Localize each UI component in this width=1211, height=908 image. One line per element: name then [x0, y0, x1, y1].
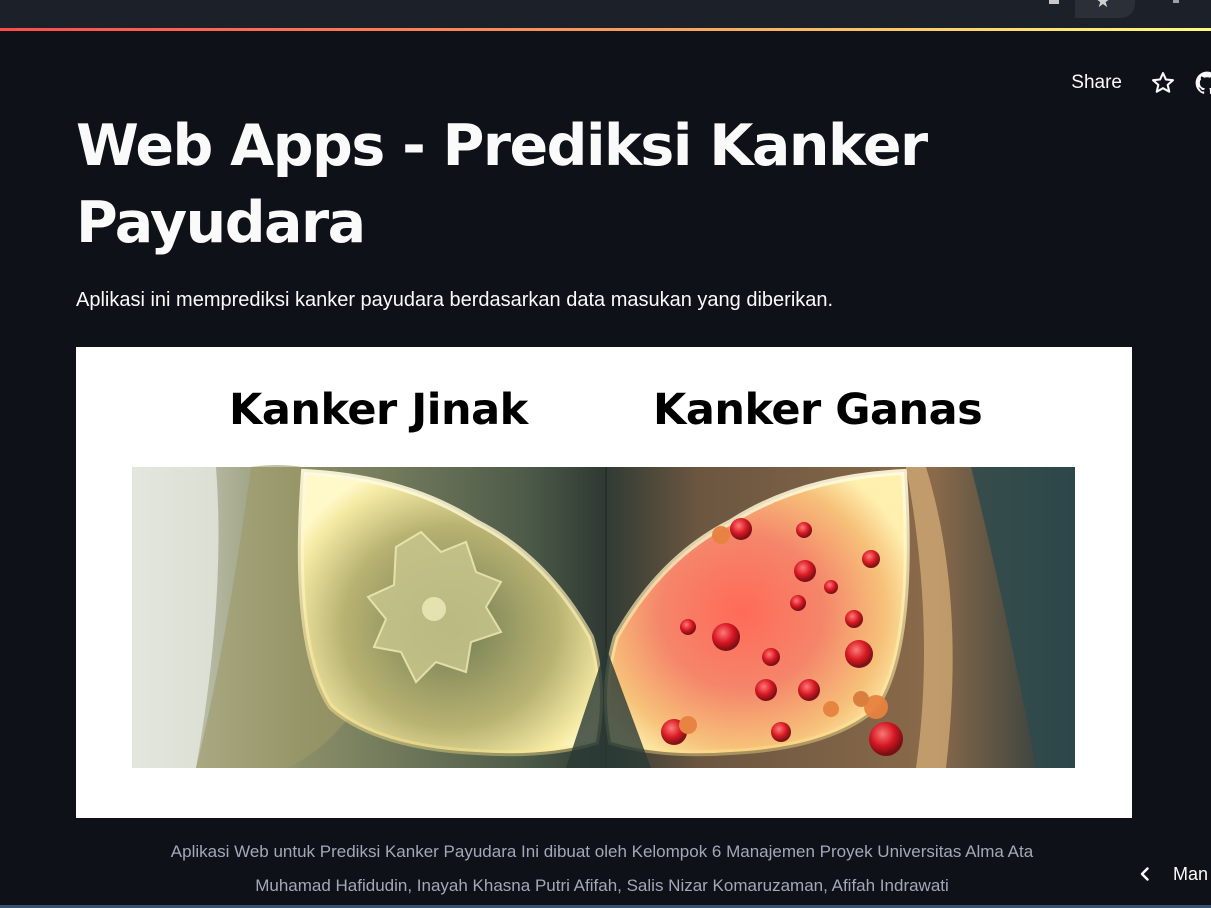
sidebar-label[interactable]: Man: [1173, 864, 1211, 885]
benign-cancer-label: Kanker Jinak: [229, 385, 528, 435]
malignant-cancer-label: Kanker Ganas: [653, 385, 983, 435]
breast-cancer-illustration: Kanker Jinak Kanker Ganas: [76, 347, 1132, 818]
star-icon[interactable]: [1150, 70, 1176, 96]
header-actions: Share: [1071, 68, 1211, 98]
caption-line-authors-group: Aplikasi Web untuk Prediksi Kanker Payud…: [170, 842, 1034, 861]
page-title: Web Apps - Prediksi Kanker Payudara: [76, 113, 928, 256]
header-decoration-bar: [0, 28, 1211, 31]
illustration-panel: [132, 465, 1075, 768]
browser-chrome-strip: ★: [0, 0, 1211, 28]
bookmark-star-icon[interactable]: ★: [1095, 0, 1111, 12]
browser-menu-icon[interactable]: [1173, 0, 1179, 3]
github-icon[interactable]: [1194, 70, 1211, 96]
sidebar-toggle[interactable]: Man: [1137, 860, 1211, 888]
page-description: Aplikasi ini memprediksi kanker payudara…: [76, 289, 834, 311]
caption-line-author-names: Muhamad Hafidudin, Inayah Khasna Putri A…: [255, 876, 949, 895]
chevron-left-icon[interactable]: [1137, 866, 1153, 882]
image-caption: Aplikasi Web untuk Prediksi Kanker Payud…: [80, 835, 1124, 903]
share-button[interactable]: Share: [1071, 72, 1122, 94]
browser-toolbar-icon: [1049, 0, 1059, 4]
